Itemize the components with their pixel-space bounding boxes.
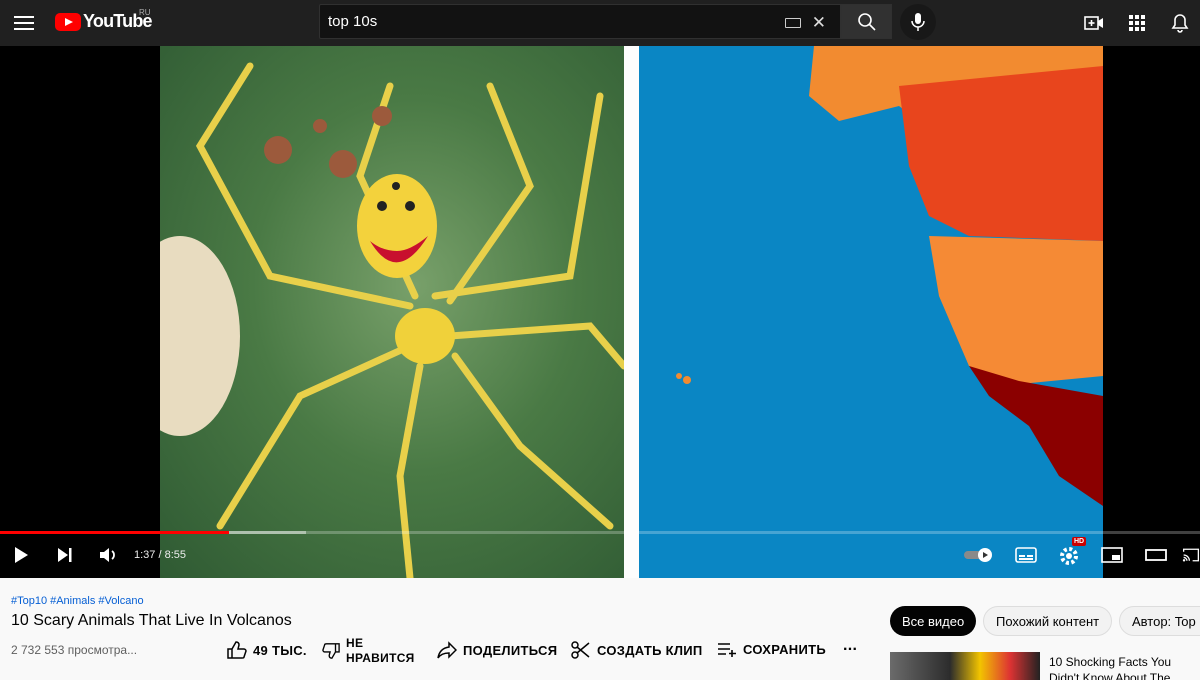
- dislike-icon: [322, 643, 340, 659]
- search-button[interactable]: [841, 4, 892, 39]
- miniplayer-icon[interactable]: [1100, 543, 1124, 567]
- clear-icon[interactable]: ✕: [812, 13, 826, 33]
- save-button[interactable]: СОХРАНИТЬ: [717, 641, 826, 657]
- subtitles-icon[interactable]: [1014, 543, 1038, 567]
- recommendation-title[interactable]: 10 Shocking Facts You Didn't Know About …: [1049, 654, 1200, 680]
- create-video-icon[interactable]: [1082, 11, 1106, 35]
- autoplay-toggle-icon[interactable]: [963, 543, 995, 567]
- clip-button[interactable]: СОЗДАТЬ КЛИП: [571, 641, 703, 659]
- masthead: YouTube RU top 10s ✕: [0, 0, 1200, 46]
- dislike-label-line2: НРАВИТСЯ: [346, 651, 415, 665]
- search-input[interactable]: top 10s ✕: [319, 4, 841, 39]
- search-query: top 10s: [328, 13, 378, 30]
- video-title: 10 Scary Animals That Live In Volcanos: [11, 612, 292, 629]
- progress-played: [0, 531, 230, 534]
- hashtags: #Top10 #Animals #Volcano: [11, 595, 147, 607]
- play-icon[interactable]: [9, 543, 33, 567]
- video-info: #Top10 #Animals #Volcano 10 Scary Animals …: [0, 578, 1200, 680]
- like-button[interactable]: 49 ТЫС.: [227, 641, 307, 659]
- video-frame-spider: [160, 46, 624, 578]
- more-actions-button[interactable]: ...: [843, 637, 857, 655]
- save-label: СОХРАНИТЬ: [743, 641, 826, 657]
- next-icon[interactable]: [53, 543, 77, 567]
- cast-icon[interactable]: [1182, 543, 1200, 567]
- youtube-play-icon: [55, 12, 81, 31]
- more-icon: ...: [843, 637, 858, 654]
- apps-icon[interactable]: [1125, 11, 1149, 35]
- progress-bar[interactable]: [0, 531, 1200, 534]
- like-count: 49 ТЫС.: [253, 642, 307, 658]
- chip-author[interactable]: Автор: Top: [1119, 606, 1200, 636]
- view-count[interactable]: 2 732 553 просмотра...: [11, 643, 137, 657]
- volume-icon[interactable]: [96, 543, 120, 567]
- time-display: 1:37 / 8:55: [134, 549, 186, 561]
- youtube-logo[interactable]: YouTube RU: [55, 8, 153, 32]
- share-button[interactable]: ПОДЕЛИТЬСЯ: [437, 641, 557, 659]
- hashtag-link[interactable]: #Animals: [50, 595, 95, 607]
- menu-icon[interactable]: [12, 11, 36, 35]
- clip-label: СОЗДАТЬ КЛИП: [597, 642, 703, 658]
- settings-icon[interactable]: HD: [1056, 537, 1087, 567]
- hd-badge: HD: [1072, 537, 1087, 546]
- north-america-map-image: [676, 46, 1103, 506]
- theater-icon[interactable]: [1144, 543, 1168, 567]
- share-label: ПОДЕЛИТЬСЯ: [463, 642, 558, 658]
- chip-related[interactable]: Похожий контент: [983, 606, 1113, 636]
- share-icon: [437, 641, 457, 659]
- keyboard-icon[interactable]: [785, 18, 801, 28]
- video-frame-map: [639, 46, 1103, 578]
- video-split-divider: [624, 46, 639, 578]
- hashtag-link[interactable]: #Volcano: [98, 595, 143, 607]
- voice-search-button[interactable]: [900, 4, 936, 40]
- recommendation-thumbnail[interactable]: [890, 652, 1040, 680]
- chip-all-videos[interactable]: Все видео: [890, 606, 977, 636]
- search-icon: [857, 12, 876, 31]
- video-player[interactable]: 1:37 / 8:55 HD: [0, 46, 1200, 578]
- like-icon: [227, 641, 247, 659]
- dislike-button[interactable]: НЕ НРАВИТСЯ: [322, 636, 415, 666]
- hashtag-link[interactable]: #Top10: [11, 595, 47, 607]
- happy-face-spider-image: [160, 62, 624, 578]
- mic-icon: [911, 13, 925, 31]
- save-icon: [718, 643, 736, 657]
- region-code: RU: [139, 8, 151, 17]
- bell-icon[interactable]: [1168, 11, 1192, 35]
- dislike-label-line1: НЕ: [346, 636, 364, 650]
- clip-icon: [571, 641, 590, 659]
